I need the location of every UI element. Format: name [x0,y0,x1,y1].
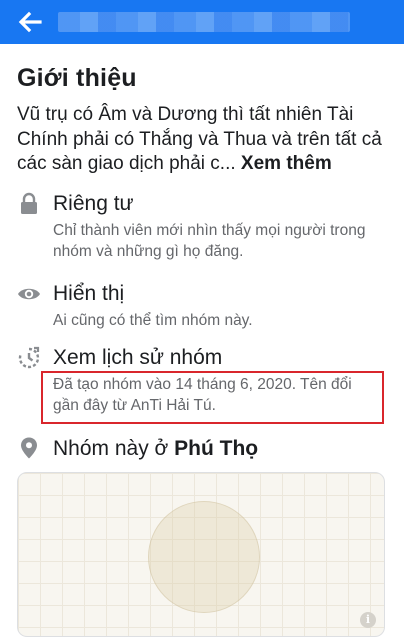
section-title: Giới thiệu [17,64,137,92]
group-description: Vũ trụ có Âm và Dương thì tất nhiên Tài … [17,103,389,177]
info-icon[interactable]: i [360,612,376,628]
history-icon[interactable] [17,346,41,370]
location-prefix: Nhóm này ở [53,437,175,460]
group-name-blurred [58,12,350,32]
history-title[interactable]: Xem lịch sử nhóm [53,345,222,371]
visibility-subtitle: Ai cũng có thể tìm nhóm này. [53,312,253,329]
highlight-annotation [41,371,384,424]
eye-icon [18,288,40,300]
back-button[interactable] [14,6,46,38]
location-pin-icon [21,437,37,459]
top-bar [0,0,404,44]
location-place[interactable]: Phú Thọ [174,437,258,460]
map-area-circle [148,501,260,613]
privacy-subtitle: Chỉ thành viên mới nhìn thấy mọi người t… [53,222,366,260]
arrow-left-icon [18,11,42,33]
privacy-title: Riêng tư [53,192,134,215]
see-more-link[interactable]: Xem thêm [241,153,332,174]
lock-icon [21,192,37,214]
location-map[interactable]: i [17,472,385,637]
visibility-title: Hiển thị [53,282,125,305]
location-text: Nhóm này ở Phú Thọ [53,436,258,462]
